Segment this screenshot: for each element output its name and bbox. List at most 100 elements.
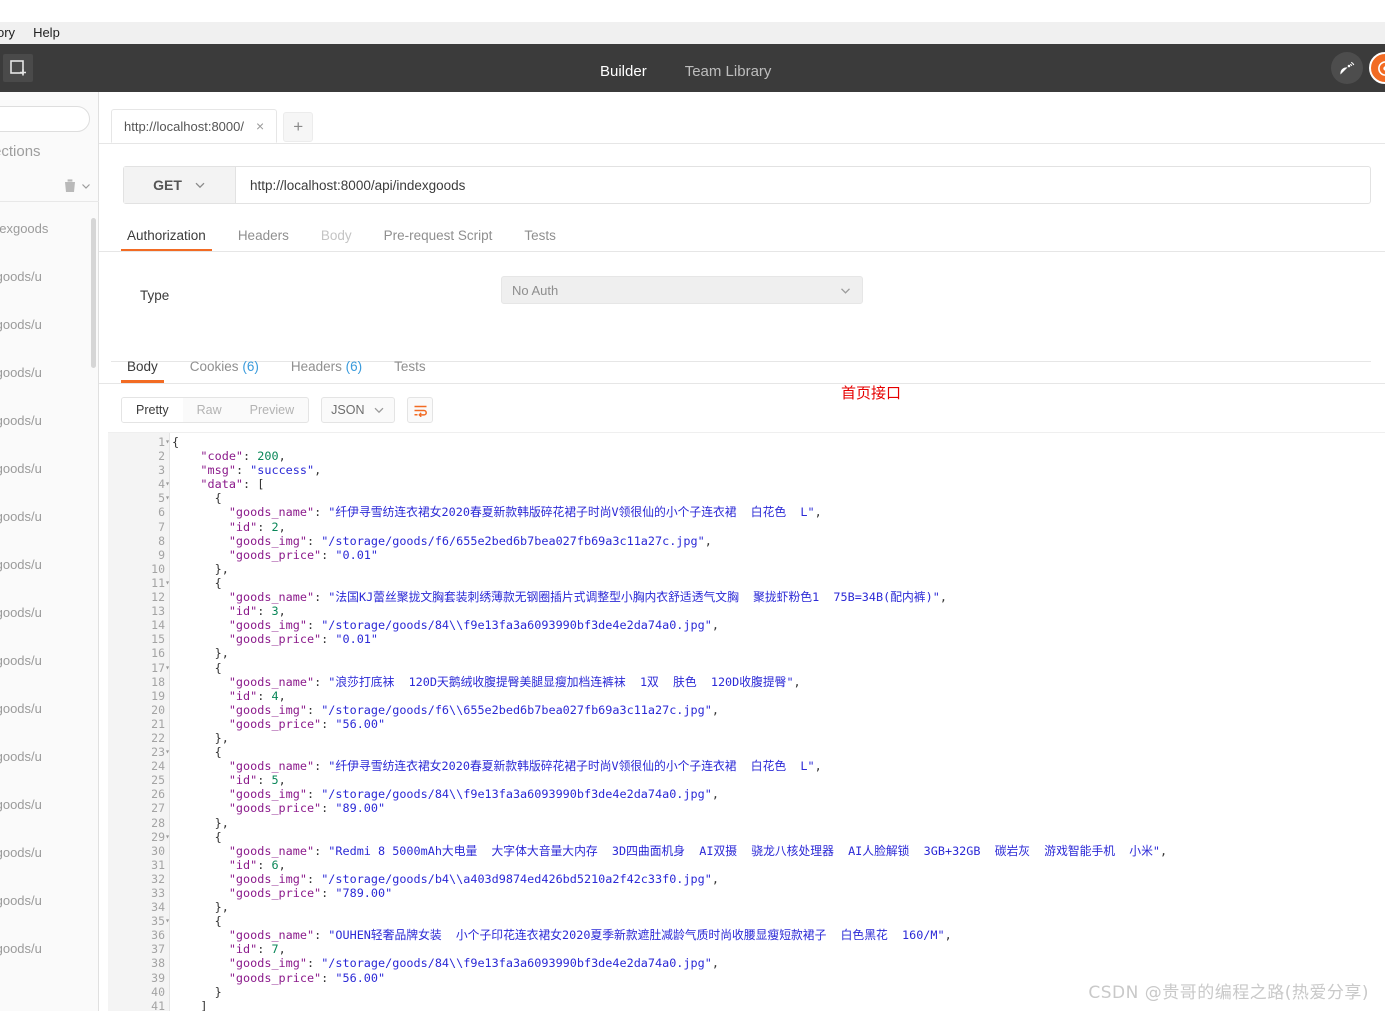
code-line: "id": 7, — [228, 942, 286, 957]
sidebar-item[interactable]: /goods/u — [0, 636, 99, 684]
view-mode-preview[interactable]: Preview — [236, 398, 308, 422]
search-input[interactable] — [0, 106, 90, 132]
sidebar-item[interactable]: /goods/u — [0, 780, 99, 828]
add-tab-button[interactable]: + — [283, 112, 314, 142]
code-line: }, — [214, 900, 229, 915]
sidebar-item[interactable]: /goods/u — [0, 684, 99, 732]
tab-headers[interactable]: Headers — [222, 228, 305, 252]
new-window-icon — [9, 59, 26, 75]
code-line: { — [214, 575, 222, 590]
code-line: "goods_price": "0.01" — [228, 547, 379, 562]
sidebar-item-label: /goods/u — [0, 556, 42, 572]
fold-toggle-icon[interactable]: ▾ — [161, 477, 170, 491]
line-number: 4 ▾ — [158, 477, 170, 492]
url-input[interactable]: http://localhost:8000/api/indexgoods — [236, 167, 1370, 203]
code-content[interactable]: { "code": 200, "msg": "success", "data":… — [170, 433, 1385, 1011]
code-line: "msg": "success", — [200, 463, 322, 478]
user-avatar[interactable] — [1369, 52, 1385, 84]
sidebar-item[interactable]: /goods/u — [0, 540, 99, 588]
line-number: 27 — [151, 801, 165, 816]
fold-toggle-icon[interactable]: ▾ — [161, 914, 170, 928]
line-number: 19 — [151, 688, 165, 703]
word-wrap-button[interactable] — [407, 397, 434, 423]
sidebar-item[interactable]: /goods/u — [0, 300, 99, 348]
menu-item-help[interactable]: Help — [24, 22, 69, 44]
fold-toggle-icon[interactable]: ▾ — [161, 830, 170, 844]
line-number: 13 — [151, 604, 165, 619]
tab-builder[interactable]: Builder — [594, 63, 653, 95]
method-label: GET — [153, 177, 182, 193]
request-tab[interactable]: http://localhost:8000/ × — [111, 109, 278, 143]
sidebar-item[interactable]: /goods/u — [0, 444, 99, 492]
line-number: 29 ▾ — [151, 829, 170, 844]
fold-toggle-icon[interactable]: ▾ — [161, 491, 170, 505]
request-subtabs: Authorization Headers Body Pre-request S… — [111, 220, 1385, 252]
code-line: "goods_img": "/storage/goods/84\\f9e13fa… — [228, 787, 719, 802]
chevron-down-icon[interactable] — [81, 181, 91, 191]
sidebar-item-label: /goods/u — [0, 844, 42, 860]
code-line: "id": 5, — [228, 773, 286, 788]
tab-response-tests[interactable]: Tests — [378, 359, 442, 383]
menu-item-history[interactable]: ory — [0, 22, 24, 44]
sidebar-request-list[interactable]: dexgoods/goods/u/goods/u/goods/u/goods/u… — [0, 204, 99, 1011]
sidebar-item-label: /goods/u — [0, 316, 42, 332]
close-icon[interactable]: × — [256, 118, 264, 134]
fold-toggle-icon[interactable]: ▾ — [161, 745, 170, 759]
auth-type-select[interactable]: No Auth — [501, 276, 863, 304]
sidebar-item[interactable]: dexgoods — [0, 204, 99, 252]
line-number: 31 — [151, 857, 165, 872]
trash-icon[interactable] — [63, 178, 77, 194]
sidebar-item[interactable]: /goods/u — [0, 876, 99, 924]
sidebar-item-label: dexgoods — [0, 220, 49, 236]
tab-authorization[interactable]: Authorization — [111, 228, 222, 252]
sidebar-item[interactable]: /goods/u — [0, 828, 99, 876]
line-number: 35 ▾ — [151, 914, 170, 929]
fold-toggle-icon[interactable]: ▾ — [161, 576, 170, 590]
code-line: "code": 200, — [200, 449, 286, 464]
sidebar-item[interactable]: /goods/u — [0, 588, 99, 636]
tab-body[interactable]: Body — [305, 228, 368, 252]
tab-response-headers-label: Headers — [290, 359, 342, 374]
view-mode-raw[interactable]: Raw — [183, 398, 236, 422]
code-line: }, — [214, 730, 229, 745]
tab-team-library[interactable]: Team Library — [685, 63, 772, 92]
sidebar-item[interactable]: /goods/u — [0, 492, 99, 540]
satellite-dish-button[interactable] — [1331, 52, 1363, 84]
sidebar-item[interactable]: /goods/u — [0, 732, 99, 780]
line-number: 21 — [151, 716, 165, 731]
sidebar-item-label: /goods/u — [0, 268, 42, 284]
code-line: "goods_price": "89.00" — [228, 801, 386, 816]
collections-label: ollections — [0, 143, 41, 160]
line-number: 25 — [151, 773, 165, 788]
sidebar-item-label: /goods/u — [0, 748, 42, 764]
line-number: 12 — [151, 590, 165, 605]
line-number: 20 — [151, 702, 165, 717]
sidebar-item[interactable]: /goods/u — [0, 252, 99, 300]
fold-toggle-icon[interactable]: ▾ — [161, 661, 170, 675]
sidebar-item[interactable]: /goods/u — [0, 396, 99, 444]
code-line: "goods_name": "法国KJ蕾丝聚拢文胸套装刺绣薄款无钢圈插片式调整型… — [228, 590, 947, 605]
tab-response-tests-label: Tests — [394, 359, 426, 374]
sidebar-scrollbar[interactable] — [91, 218, 96, 368]
response-code-viewer[interactable]: 1 ▾ 2 3 4 ▾ 5 ▾ 6 7 8 9 10 11 ▾ 12 13 14 15 16 17 ▾ 18 19 20 21 22… — [108, 432, 1385, 1011]
line-number: 7 — [158, 519, 165, 534]
line-number: 30 — [151, 843, 165, 858]
tab-response-headers[interactable]: Headers (6) — [275, 359, 378, 383]
sidebar-item[interactable]: /goods/u — [0, 348, 99, 396]
format-select[interactable]: JSON — [321, 397, 396, 423]
tab-response-cookies[interactable]: Cookies (6) — [174, 359, 275, 383]
sidebar-item-label: /goods/u — [0, 940, 42, 956]
line-number: 17 ▾ — [151, 660, 170, 675]
sidebar-item[interactable]: /goods/u — [0, 924, 99, 972]
line-number: 37 — [151, 942, 165, 957]
fold-toggle-icon[interactable]: ▾ — [161, 435, 170, 449]
tab-response-body[interactable]: Body — [111, 359, 174, 383]
line-number-gutter: 1 ▾ 2 3 4 ▾ 5 ▾ 6 7 8 9 10 11 ▾ 12 13 14 15 16 17 ▾ 18 19 20 21 22… — [108, 433, 170, 1011]
new-window-button[interactable] — [3, 54, 33, 82]
method-selector[interactable]: GET — [124, 167, 236, 203]
view-mode-pretty[interactable]: Pretty — [122, 398, 183, 422]
sidebar-item-label: /goods/u — [0, 508, 42, 524]
tab-pre-request-script[interactable]: Pre-request Script — [368, 228, 509, 252]
tab-tests[interactable]: Tests — [508, 228, 572, 252]
code-line: }, — [214, 815, 229, 830]
